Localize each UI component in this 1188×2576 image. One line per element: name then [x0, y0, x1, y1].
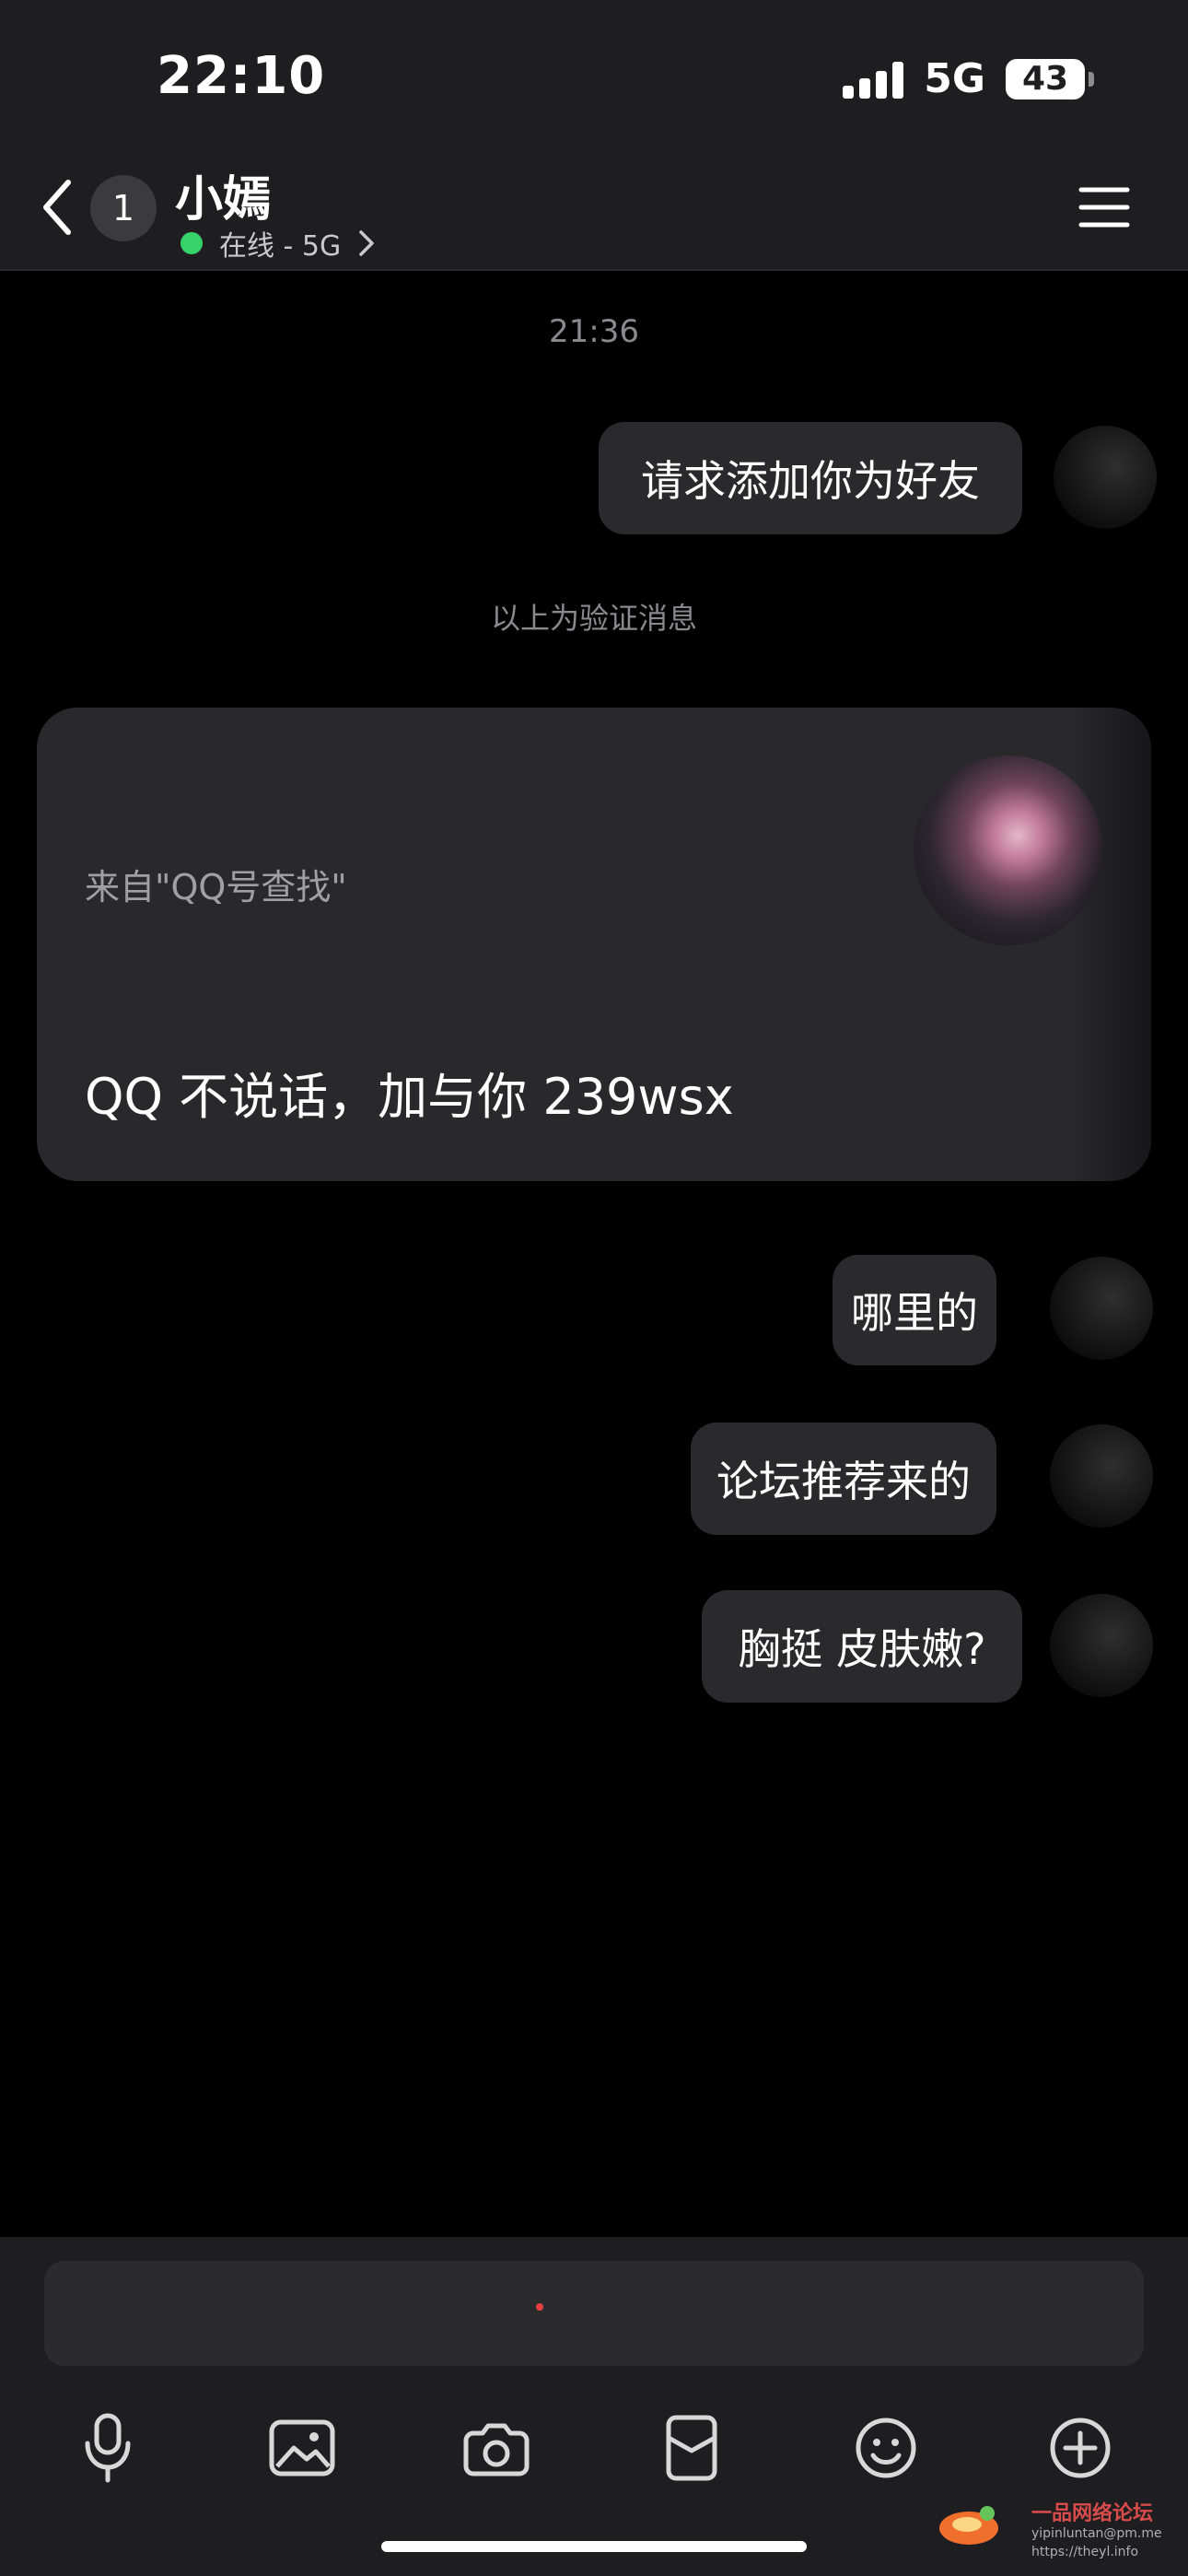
red-packet-icon — [666, 2415, 717, 2481]
contact-name[interactable]: 小嫣 — [175, 160, 271, 229]
my-avatar[interactable] — [1054, 426, 1157, 529]
message-bubble[interactable]: 哪里的 — [833, 1255, 996, 1365]
home-indicator[interactable] — [381, 2541, 807, 2552]
message-text: 胸挺 皮肤嫩? — [738, 1624, 986, 1674]
chat-header: 22:10 5G 43 1 小嫣 在线 - 5G — [0, 0, 1188, 271]
back-button[interactable] — [35, 175, 87, 240]
message-text: 请求添加你为好友 — [641, 456, 980, 506]
network-label: 5G — [924, 55, 985, 102]
chat-timestamp: 21:36 — [549, 313, 639, 350]
photo-button[interactable] — [266, 2412, 338, 2484]
battery-indicator: 43 — [1006, 58, 1094, 100]
message-text: 哪里的 — [851, 1288, 978, 1338]
message-bubble[interactable]: 胸挺 皮肤嫩? — [702, 1590, 1022, 1703]
watermark-logo-icon — [939, 2506, 998, 2545]
chevron-right-icon — [359, 230, 374, 256]
cursor-dot — [536, 2303, 543, 2311]
request-message: QQ 不说话，加与你 239wsx — [85, 1068, 734, 1126]
input-toolbar — [72, 2412, 1116, 2484]
watermark-line-2: https://theyl.info — [1031, 2545, 1139, 2559]
voice-button[interactable] — [72, 2412, 144, 2484]
status-right: 5G 43 — [843, 55, 1094, 102]
camera-button[interactable] — [460, 2412, 532, 2484]
menu-button[interactable] — [1077, 184, 1131, 230]
plus-icon — [1050, 2418, 1111, 2478]
my-avatar[interactable] — [1050, 1257, 1153, 1360]
message-bubble[interactable]: 论坛推荐来的 — [691, 1423, 996, 1535]
presence-text: 在线 - 5G — [219, 230, 342, 263]
message-text: 论坛推荐来的 — [716, 1457, 971, 1506]
red-packet-button[interactable] — [656, 2412, 728, 2484]
more-button[interactable] — [1044, 2412, 1116, 2484]
image-icon — [269, 2419, 335, 2476]
emoji-icon — [856, 2418, 916, 2478]
menu-icon — [1078, 187, 1130, 228]
request-source: 来自"QQ号查找" — [85, 867, 347, 907]
presence-status[interactable]: 在线 - 5G — [181, 223, 376, 263]
system-note: 以上为验证消息 — [490, 601, 697, 636]
signal-icon — [843, 60, 904, 99]
unread-badge[interactable]: 1 — [90, 175, 157, 241]
microphone-icon — [85, 2413, 131, 2483]
camera-icon — [463, 2423, 530, 2476]
watermark-line-1: yipinluntan@pm.me — [1031, 2526, 1162, 2541]
chevron-left-icon — [43, 180, 71, 235]
status-time: 22:10 — [157, 46, 326, 106]
my-avatar[interactable] — [1050, 1594, 1153, 1697]
emoji-button[interactable] — [850, 2412, 922, 2484]
my-avatar[interactable] — [1050, 1424, 1153, 1528]
message-input[interactable] — [44, 2261, 1144, 2366]
presence-dot — [181, 232, 203, 254]
watermark: 一品网络论坛 yipinluntan@pm.me https://theyl.i… — [936, 2493, 1175, 2567]
card-shadow — [1068, 708, 1151, 1181]
watermark-title: 一品网络论坛 — [1031, 2502, 1154, 2525]
message-bubble[interactable]: 请求添加你为好友 — [599, 422, 1022, 534]
friend-request-card[interactable]: 来自"QQ号查找" QQ 不说话，加与你 239wsx — [37, 708, 1151, 1181]
